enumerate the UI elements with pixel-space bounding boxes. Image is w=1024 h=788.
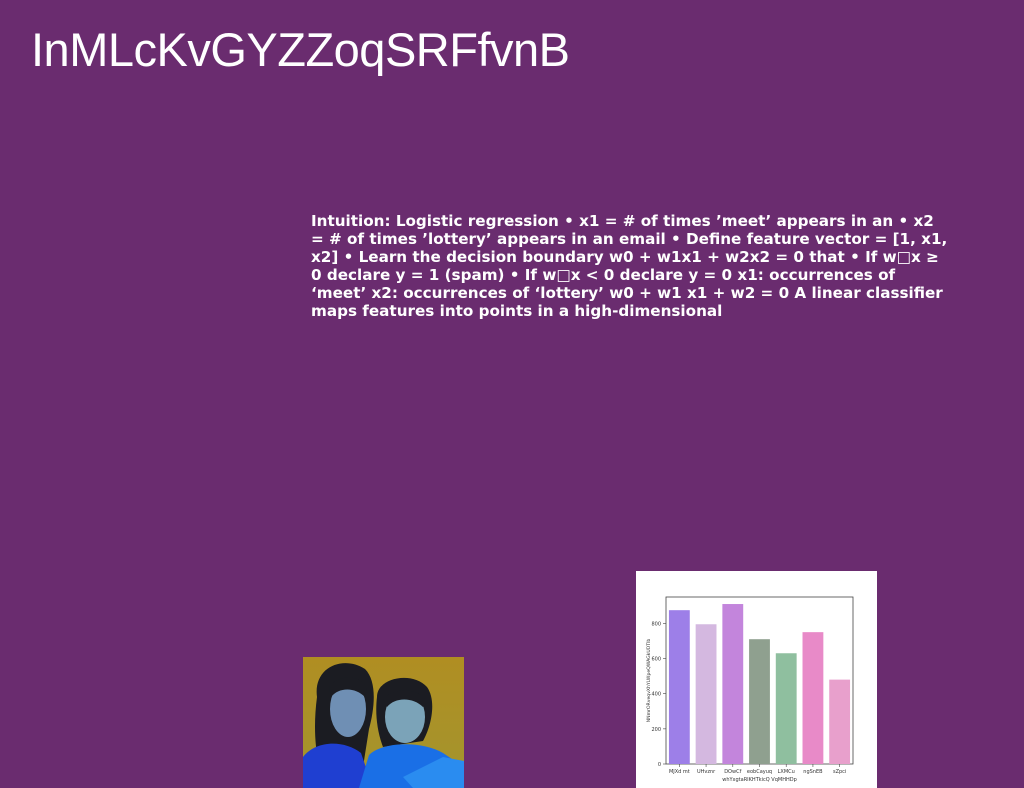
x-tick-label: ngSnEB [803, 769, 823, 775]
x-tick-label: sZpci [833, 769, 846, 775]
photo-two-women [303, 657, 464, 788]
x-tick-label: eobCayuq [747, 769, 772, 775]
x-tick-label: UHvznr [697, 769, 716, 775]
bar [802, 632, 824, 764]
bar [829, 679, 851, 764]
bar-chart: 0 200 400 600 800 MJXd mt UHvznr DOwCf eobCayuq L… [636, 571, 877, 788]
slide-title: InMLcKvGYZZoqSRFfvnB [31, 23, 570, 76]
x-tick-label: MJXd mt [669, 769, 690, 775]
y-tick-label: 800 [651, 621, 661, 627]
x-axis-label: whYxgtaRIKHTkicQ VqMHHDp [722, 777, 797, 783]
bar [775, 653, 797, 764]
y-tick-label: 400 [651, 692, 661, 698]
bar-chart-svg: 0 200 400 600 800 MJXd mt UHvznr DOwCf eobCayuq L… [646, 596, 854, 783]
y-tick-label: 600 [651, 657, 661, 663]
y-axis-label: NNmrORveqvXhYLWpeQWAGkUDTlb [646, 639, 652, 723]
bar [722, 604, 744, 764]
slide-body-text: Intuition: Logistic regression • x1 = # … [311, 212, 948, 320]
x-tick-label: DOwCf [724, 769, 741, 775]
y-tick-label: 200 [651, 727, 661, 733]
bar [695, 624, 717, 764]
x-tick-label: LXMCu [778, 769, 795, 775]
y-tick-label: 0 [658, 762, 661, 768]
bar [668, 610, 690, 764]
bar [749, 639, 770, 764]
